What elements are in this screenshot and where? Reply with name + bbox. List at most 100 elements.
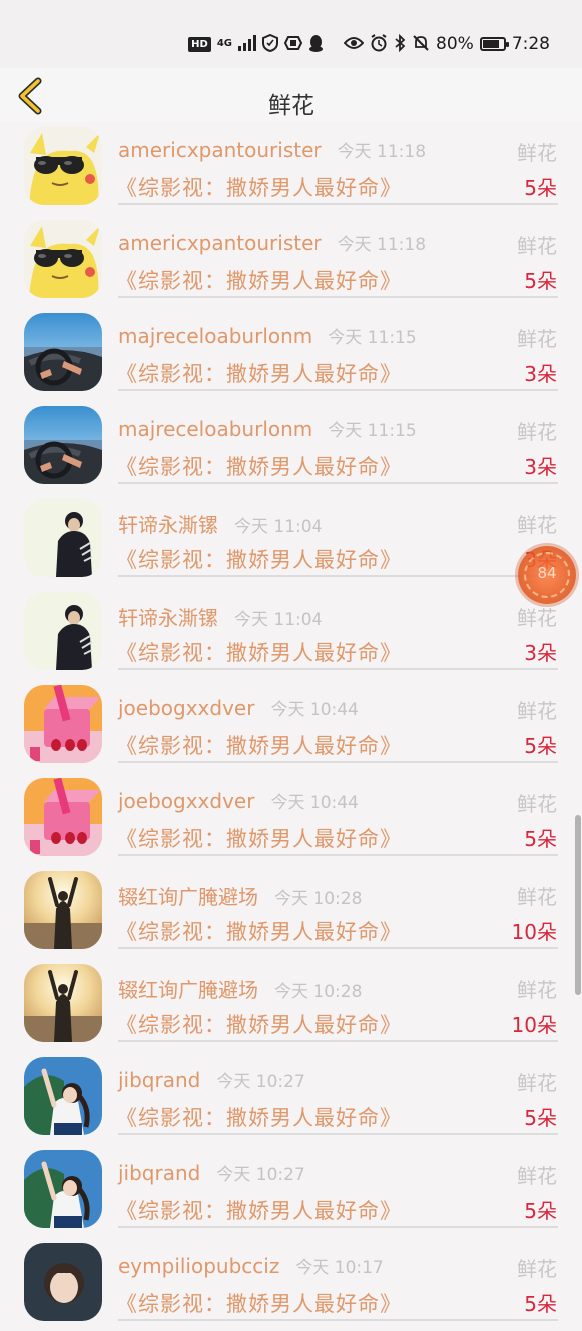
- gift-type: 鲜花: [517, 513, 557, 537]
- gift-type: 鲜花: [517, 1071, 557, 1095]
- gift-type: 鲜花: [517, 141, 557, 165]
- timestamp: 今天 10:27: [216, 1165, 305, 1185]
- username[interactable]: majreceloaburlonm: [118, 417, 312, 441]
- clock-time: 7:28: [511, 34, 550, 54]
- username[interactable]: jibqrand: [118, 1161, 200, 1185]
- username[interactable]: jibqrand: [118, 1068, 200, 1092]
- gift-record-row[interactable]: majreceloaburlonm 今天 11:15 鲜花 《综影视：撒娇男人最好命》…: [0, 308, 582, 401]
- work-title[interactable]: 《综影视：撒娇男人最好命》: [116, 1195, 402, 1225]
- row-divider: [118, 761, 558, 763]
- mute-icon: [412, 34, 430, 55]
- penguin-icon: [308, 34, 324, 55]
- gift-record-row[interactable]: jibqrand 今天 10:27 鲜花 《综影视：撒娇男人最好命》 5朵: [0, 1145, 582, 1238]
- gift-record-row[interactable]: joebogxxdver 今天 10:44 鲜花 《综影视：撒娇男人最好命》 5朵: [0, 773, 582, 866]
- user-avatar[interactable]: [24, 685, 102, 763]
- username-line: eympiliopubcciz 今天 10:17: [118, 1253, 384, 1278]
- gift-record-row[interactable]: joebogxxdver 今天 10:44 鲜花 《综影视：撒娇男人最好命》 5朵: [0, 680, 582, 773]
- work-title[interactable]: 《综影视：撒娇男人最好命》: [116, 1009, 402, 1039]
- user-avatar[interactable]: [24, 220, 102, 298]
- status-icons: HD 4G 80% 7:28: [188, 30, 550, 58]
- username-line: 轩谛永澌镙 今天 11:04: [118, 509, 322, 538]
- username[interactable]: joebogxxdver: [118, 696, 254, 720]
- username-line: joebogxxdver 今天 10:44: [118, 788, 359, 813]
- work-title[interactable]: 《综影视：撒娇男人最好命》: [116, 823, 402, 853]
- gift-record-row[interactable]: eympiliopubcciz 今天 10:17 鲜花 《综影视：撒娇男人最好命》 5朵: [0, 1238, 582, 1331]
- username[interactable]: eympiliopubcciz: [118, 1254, 279, 1278]
- gift-type: 鲜花: [517, 606, 557, 630]
- gift-record-row[interactable]: americxpantourister 今天 11:18 鲜花《综影视：撒娇男人最好…: [0, 122, 582, 215]
- user-avatar[interactable]: [24, 1243, 102, 1321]
- username-line: 辍红询广腌避场 今天 10:28: [118, 974, 362, 1003]
- username[interactable]: 轩谛永澌镙: [118, 606, 218, 630]
- gift-record-row[interactable]: 辍红询广腌避场 今天 10:28 鲜花 《综影视：撒娇男人最好命》 10朵: [0, 866, 582, 959]
- user-avatar[interactable]: [24, 406, 102, 484]
- shield-icon: [262, 33, 279, 55]
- user-avatar[interactable]: [24, 1150, 102, 1228]
- gift-count: 5朵: [524, 734, 557, 758]
- gift-type: 鲜花: [517, 420, 557, 444]
- gift-record-row[interactable]: majreceloaburlonm 今天 11:15 鲜花 《综影视：撒娇男人最好命》…: [0, 401, 582, 494]
- gift-record-row[interactable]: americxpantourister 今天 11:18 鲜花 《综影视：撒娇男人最好…: [0, 215, 582, 308]
- user-avatar[interactable]: [24, 1057, 102, 1135]
- work-title[interactable]: 《综影视：撒娇男人最好命》: [116, 451, 402, 481]
- eye-icon: [343, 36, 365, 53]
- battery-icon: [479, 37, 509, 51]
- battery-fill: [482, 40, 499, 48]
- work-title[interactable]: 《综影视：撒娇男人最好命》: [116, 172, 402, 202]
- user-avatar[interactable]: [24, 964, 102, 1042]
- username[interactable]: americxpantourister: [118, 138, 322, 162]
- timestamp: 今天 11:18: [337, 142, 427, 162]
- row-divider: [118, 947, 558, 949]
- row-divider: [118, 389, 558, 391]
- bluetooth-icon: [394, 33, 406, 55]
- gift-count: 3朵: [524, 362, 557, 386]
- work-title[interactable]: 《综影视：撒娇男人最好命》: [116, 358, 402, 388]
- row-divider: [118, 296, 558, 298]
- gift-record-row[interactable]: 轩谛永澌镙今天 11:04鲜花《综影视：撒娇男人最好命》3朵: [0, 494, 582, 587]
- timestamp: 今天 11:18: [337, 235, 427, 255]
- row-divider: [118, 482, 558, 484]
- username[interactable]: 辍红询广腌避场: [118, 978, 258, 1002]
- gift-record-row[interactable]: 轩谛永澌镙今天 11:04鲜花《综影视：撒娇男人最好命》3朵: [0, 587, 582, 680]
- battery-percent: 80%: [436, 34, 474, 54]
- work-title[interactable]: 《综影视：撒娇男人最好命》: [116, 637, 402, 667]
- timestamp: 今天 10:28: [274, 889, 363, 909]
- username[interactable]: 轩谛永澌镙: [118, 513, 218, 537]
- gift-count: 3朵: [524, 641, 557, 665]
- user-avatar[interactable]: [24, 778, 102, 856]
- user-avatar[interactable]: [24, 127, 102, 205]
- username-line: 辍红询广腌避场 今天 10:28: [118, 881, 362, 910]
- work-title[interactable]: 《综影视：撒娇男人最好命》: [116, 916, 402, 946]
- user-avatar[interactable]: [24, 592, 102, 670]
- user-avatar[interactable]: [24, 313, 102, 391]
- user-avatar[interactable]: [24, 499, 102, 577]
- gift-type: 鲜花: [517, 327, 557, 351]
- username[interactable]: joebogxxdver: [118, 789, 254, 813]
- floating-button-label: 84: [537, 564, 557, 582]
- network-label: 4G: [216, 38, 233, 49]
- row-divider: [118, 1133, 558, 1135]
- username-line: jibqrand 今天 10:27: [118, 1067, 305, 1092]
- username[interactable]: majreceloaburlonm: [118, 324, 312, 348]
- work-title[interactable]: 《综影视：撒娇男人最好命》: [116, 1288, 402, 1318]
- floating-reward-button[interactable]: 84: [518, 546, 576, 604]
- username-line: jibqrand 今天 10:27: [118, 1160, 305, 1185]
- work-title[interactable]: 《综影视：撒娇男人最好命》: [116, 265, 402, 295]
- username-line: americxpantourister 今天 11:18: [118, 137, 426, 162]
- username[interactable]: americxpantourister: [118, 231, 322, 255]
- work-title[interactable]: 《综影视：撒娇男人最好命》: [116, 1102, 402, 1132]
- gift-record-row[interactable]: 辍红询广腌避场 今天 10:28 鲜花 《综影视：撒娇男人最好命》 10朵: [0, 959, 582, 1052]
- page-header: 鲜花: [0, 68, 582, 122]
- scrollbar[interactable]: [575, 815, 581, 995]
- gift-count: 5朵: [524, 1106, 557, 1130]
- work-title[interactable]: 《综影视：撒娇男人最好命》: [116, 730, 402, 760]
- gift-record-row[interactable]: jibqrand 今天 10:27 鲜花《综影视：撒娇男人最好命》 5朵: [0, 1052, 582, 1145]
- gift-count: 5朵: [524, 269, 557, 293]
- alarm-icon: [370, 33, 388, 55]
- username[interactable]: 辍红询广腌避场: [118, 885, 258, 909]
- user-avatar[interactable]: [24, 871, 102, 949]
- work-title[interactable]: 《综影视：撒娇男人最好命》: [116, 544, 402, 574]
- timestamp: 今天 10:44: [270, 700, 359, 720]
- gift-count: 10朵: [511, 920, 557, 944]
- row-divider: [118, 203, 558, 205]
